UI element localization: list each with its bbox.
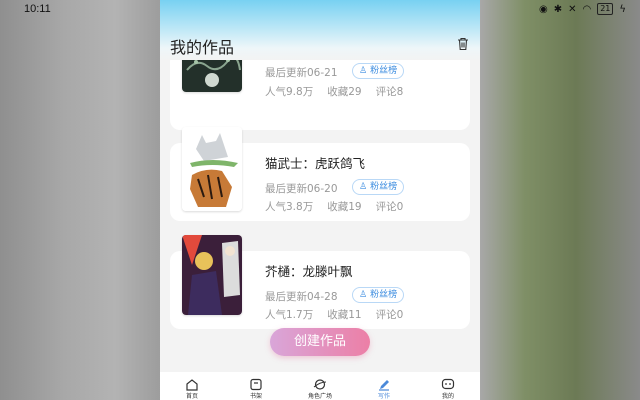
updated-date: 最后更新06-21 (265, 67, 338, 79)
planet-icon (313, 379, 327, 390)
work-title[interactable]: 芥樋：龙滕叶飘 (265, 261, 353, 280)
work-card[interactable]: 猫武士：虎跃鸽飞 最后更新06-20 ♙ 粉丝榜 人气3.8万 收藏19 评论0 (170, 127, 470, 221)
fan-ranking-badge[interactable]: ♙ 粉丝榜 (352, 287, 405, 303)
fan-ranking-badge[interactable]: ♙ 粉丝榜 (352, 63, 405, 79)
tab-bookshelf[interactable]: 书架 (231, 372, 281, 400)
comments: 评论0 (375, 201, 404, 213)
mute-icon: ✕ (568, 3, 577, 15)
tab-mine[interactable]: 我的 (423, 372, 473, 400)
updated-date: 最后更新04-28 (265, 291, 338, 303)
work-stats: 人气3.8万 收藏19 评论0 (265, 199, 403, 214)
status-bar: 10:11 ◉ ✱ ✕ ◠ 21 ϟ (0, 0, 640, 20)
user-icon: ♙ (359, 182, 368, 192)
bluetooth-icon: ✱ (553, 3, 563, 15)
comments: 评论0 (375, 309, 404, 321)
app-window: 我的作品 最后更新06-21 ♙ 粉丝榜 人气9.8万 收藏29 评论8 猫武士… (160, 0, 480, 400)
favorites: 收藏19 (327, 201, 362, 213)
home-icon (186, 379, 198, 391)
page-title: 我的作品 (170, 38, 235, 57)
popularity: 人气3.8万 (265, 201, 314, 213)
work-card[interactable]: 芥樋：龙滕叶飘 最后更新04-28 ♙ 粉丝榜 人气1.7万 收藏11 评论0 (170, 235, 470, 329)
user-icon: ♙ (359, 290, 368, 300)
profile-icon (441, 378, 455, 390)
user-icon: ♙ (359, 66, 368, 76)
popularity: 人气1.7万 (265, 309, 314, 321)
tab-character-square[interactable]: 角色广场 (295, 372, 345, 400)
work-stats: 人气9.8万 收藏29 评论8 (265, 84, 403, 99)
fan-ranking-badge[interactable]: ♙ 粉丝榜 (352, 179, 405, 195)
status-time: 10:11 (24, 3, 51, 15)
eye-icon: ◉ (538, 3, 548, 15)
favorites: 收藏29 (327, 86, 362, 98)
updated-date: 最后更新06-20 (265, 183, 338, 195)
work-title[interactable]: 猫武士：虎跃鸽飞 (265, 153, 365, 172)
tab-home[interactable]: 首页 (167, 372, 217, 400)
pen-icon (379, 380, 389, 391)
cover-image[interactable] (182, 235, 242, 315)
comments: 评论8 (375, 86, 404, 98)
trash-icon[interactable] (456, 37, 470, 51)
bookshelf-icon (250, 378, 262, 391)
work-stats: 人气1.7万 收藏11 评论0 (265, 307, 403, 322)
status-icons: ◉ ✱ ✕ ◠ 21 ϟ (539, 3, 626, 15)
create-work-button[interactable]: 创建作品 (270, 328, 370, 356)
work-card[interactable]: 最后更新06-21 ♙ 粉丝榜 人气9.8万 收藏29 评论8 (170, 60, 470, 130)
wifi-icon: ◠ (582, 3, 592, 15)
battery-icon: 21 (597, 3, 614, 15)
popularity: 人气9.8万 (265, 86, 314, 98)
bottom-tab-bar: 首页 书架 角色广场 写作 我的 (160, 372, 480, 400)
charging-icon: ϟ (619, 3, 626, 15)
tab-writing[interactable]: 写作 (359, 372, 409, 400)
favorites: 收藏11 (327, 309, 362, 321)
cover-image[interactable] (182, 127, 242, 211)
cover-image[interactable] (182, 60, 242, 92)
